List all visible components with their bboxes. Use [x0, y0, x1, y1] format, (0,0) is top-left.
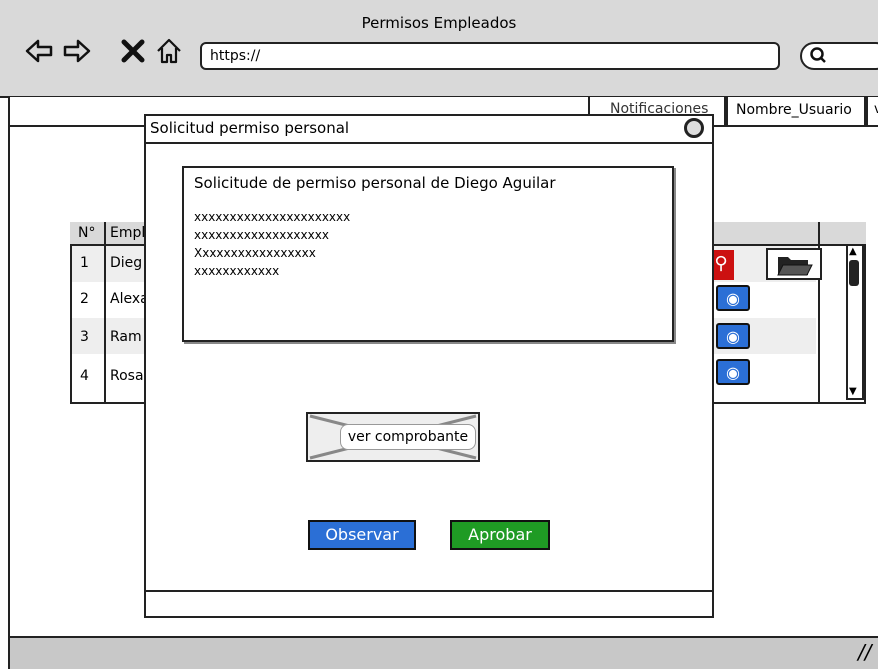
user-menu[interactable]: Nombre_Usuario: [726, 97, 866, 127]
resize-handle-icon[interactable]: //: [858, 640, 871, 664]
request-line: xxxxxxxxxxxxxxxxxxx: [194, 228, 329, 242]
header-employee: Empl: [110, 225, 146, 241]
view-eye-icon[interactable]: ◉: [716, 359, 750, 385]
observe-button[interactable]: Observar: [308, 520, 416, 550]
scrollbar-thumb[interactable]: [849, 260, 859, 286]
request-message-box: Solicitude de permiso personal de Diego …: [182, 166, 674, 342]
forward-icon[interactable]: [62, 36, 92, 66]
row-name: Alexa: [110, 291, 149, 307]
footer-bar: [8, 636, 878, 669]
folder-icon[interactable]: [766, 248, 822, 280]
row-name: Rosa: [110, 368, 144, 384]
request-line: xxxxxxxxxxxxxxxxxxxxxx: [194, 210, 351, 224]
view-eye-icon[interactable]: ◉: [716, 323, 750, 349]
modal-footer: [144, 590, 714, 618]
row-number: 3: [80, 329, 89, 345]
home-icon[interactable]: [154, 36, 184, 66]
back-icon[interactable]: [24, 36, 54, 66]
modal-close-icon[interactable]: [684, 118, 704, 138]
view-receipt-button[interactable]: ver comprobante: [340, 424, 476, 450]
row-name: Dieg: [110, 255, 143, 271]
url-bar[interactable]: https://: [200, 42, 780, 70]
scroll-up-icon[interactable]: ▲: [849, 246, 857, 257]
request-message-title: Solicitude de permiso personal de Diego …: [194, 174, 556, 192]
row-number: 1: [80, 255, 89, 271]
browser-search-box[interactable]: [800, 42, 878, 70]
header-number: N°: [78, 225, 96, 241]
window-title: Permisos Empleados: [361, 14, 517, 32]
view-eye-icon[interactable]: ◉: [716, 285, 750, 311]
search-icon: [810, 47, 826, 63]
row-name: Ram: [110, 329, 142, 345]
row-number: 4: [80, 368, 89, 384]
close-icon[interactable]: [118, 36, 148, 66]
request-line: xxxxxxxxxxxx: [194, 264, 280, 278]
column-divider: [104, 222, 106, 404]
approve-button[interactable]: Aprobar: [450, 520, 550, 550]
user-menu-chevron[interactable]: v: [866, 97, 878, 127]
row-number: 2: [80, 291, 89, 307]
request-line: Xxxxxxxxxxxxxxxxx: [194, 246, 316, 260]
scroll-down-icon[interactable]: ▼: [849, 386, 857, 397]
modal-title: Solicitud permiso personal: [150, 119, 350, 137]
